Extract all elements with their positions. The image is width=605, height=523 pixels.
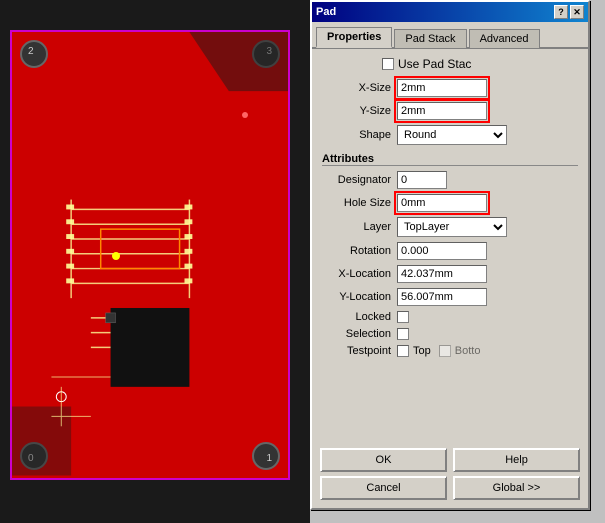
tab-properties[interactable]: Properties (316, 27, 392, 48)
layer-label: Layer (322, 221, 397, 233)
hole-size-label: Hole Size (322, 197, 397, 209)
y-location-row: Y-Location (322, 288, 578, 306)
attributes-section: Attributes (322, 153, 578, 166)
shape-label: Shape (322, 129, 397, 141)
btn-row-2: Cancel Global >> (320, 476, 580, 500)
x-size-row: X-Size (322, 79, 578, 97)
use-pad-stack-checkbox[interactable] (382, 58, 394, 70)
tabs-container: Properties Pad Stack Advanced (312, 22, 588, 49)
yellow-dot (112, 252, 120, 260)
testpoint-botto-label: Botto (455, 345, 481, 357)
locked-row: Locked (322, 311, 578, 323)
pad-dialog: Pad ? ✕ Properties Pad Stack Advanced Us… (310, 0, 590, 510)
x-size-label: X-Size (322, 82, 397, 94)
pcb-canvas: 2 3 0 1 (0, 0, 310, 523)
x-location-row: X-Location (322, 265, 578, 283)
shape-row: Shape Round Rectangle Oval (322, 125, 578, 145)
rotation-label: Rotation (322, 245, 397, 257)
use-pad-stack-row: Use Pad Stac (322, 57, 578, 71)
cancel-button[interactable]: Cancel (320, 476, 447, 500)
selection-checkbox[interactable] (397, 328, 409, 340)
x-size-input[interactable] (397, 79, 487, 97)
tab-advanced[interactable]: Advanced (469, 29, 540, 48)
locked-checkbox[interactable] (397, 311, 409, 323)
hole-size-row: Hole Size (322, 194, 578, 212)
pcb-board: 2 3 0 1 (10, 30, 290, 480)
shape-select[interactable]: Round Rectangle Oval (397, 125, 507, 145)
pcb-traces (12, 32, 288, 476)
selection-label: Selection (322, 328, 397, 340)
rotation-row: Rotation (322, 242, 578, 260)
close-button[interactable]: ✕ (570, 5, 584, 19)
small-dot-1 (242, 112, 248, 118)
y-size-input[interactable] (397, 102, 487, 120)
help-icon-button[interactable]: ? (554, 5, 568, 19)
hole-size-input[interactable] (397, 194, 487, 212)
y-location-input[interactable] (397, 288, 487, 306)
y-size-label: Y-Size (322, 105, 397, 117)
layer-select[interactable]: TopLayer BottomLayer MultiLayer (397, 217, 507, 237)
y-size-row: Y-Size (322, 102, 578, 120)
testpoint-top-label: Top (413, 345, 431, 357)
locked-label: Locked (322, 311, 397, 323)
title-buttons: ? ✕ (554, 5, 584, 19)
designator-row: Designator (322, 171, 578, 189)
testpoint-top-checkbox[interactable] (397, 345, 409, 357)
global-button[interactable]: Global >> (453, 476, 580, 500)
form-content: Use Pad Stac X-Size Y-Size Shape Round R… (312, 49, 588, 370)
btn-row-1: OK Help (320, 448, 580, 472)
dialog-title: Pad (316, 6, 336, 18)
rotation-input[interactable] (397, 242, 487, 260)
help-button[interactable]: Help (453, 448, 580, 472)
selection-row: Selection (322, 328, 578, 340)
dialog-buttons: OK Help Cancel Global >> (320, 448, 580, 500)
x-location-label: X-Location (322, 268, 397, 280)
testpoint-botto-checkbox[interactable] (439, 345, 451, 357)
layer-row: Layer TopLayer BottomLayer MultiLayer (322, 217, 578, 237)
y-location-label: Y-Location (322, 291, 397, 303)
ok-button[interactable]: OK (320, 448, 447, 472)
use-pad-stack-label: Use Pad Stac (398, 57, 471, 71)
testpoint-label: Testpoint (322, 345, 397, 357)
designator-label: Designator (322, 174, 397, 186)
dialog-titlebar: Pad ? ✕ (312, 2, 588, 22)
testpoint-row: Testpoint Top Botto (322, 345, 578, 357)
x-location-input[interactable] (397, 265, 487, 283)
tab-pad-stack[interactable]: Pad Stack (394, 29, 466, 48)
designator-input[interactable] (397, 171, 447, 189)
